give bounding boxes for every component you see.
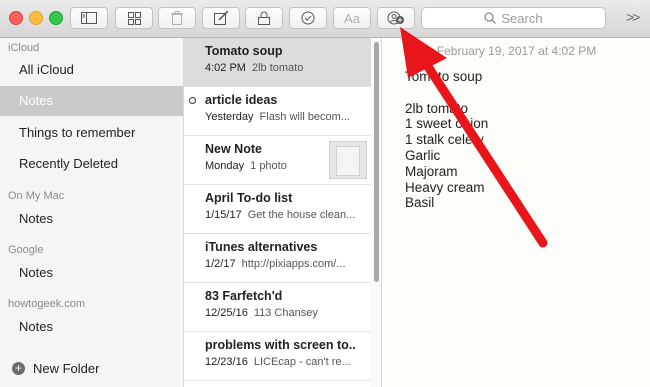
note-line: Garlic [405,147,441,163]
compose-icon [213,11,229,25]
note-date: 1/15/17 [205,209,242,221]
note-preview: Flash will becom... [259,111,351,123]
notes-list-scrollbar[interactable] [371,38,381,387]
section-heading-icloud: iCloud [8,42,40,54]
note-title: April To-do list [205,191,293,205]
note-date: 4:02 PM [205,62,246,74]
note-date: Monday [205,160,245,172]
new-folder-label: New Folder [33,361,100,376]
sidebar-toggle-button[interactable] [70,7,108,29]
checkmark-circle-icon [301,11,315,25]
delete-button[interactable] [158,7,196,29]
locked-note-icon [189,97,196,104]
grid-icon [127,11,141,25]
note-line: Basil [405,195,435,211]
note-date: 1/2/17 [205,258,236,270]
scrollbar-thumb[interactable] [374,42,379,282]
note-meta: 1/15/17 Get the house clean... [205,209,355,221]
note-thumbnail [329,141,367,179]
note-date: Yesterday [205,111,254,123]
new-folder-button[interactable]: + New Folder [12,361,99,376]
note-body[interactable]: Tomato soup 2lb tomato 1 sweet onion 1 s… [405,69,488,211]
list-item[interactable]: article ideas Yesterday Flash will becom.… [184,87,371,136]
list-item[interactable]: 83 Farfetch'd 12/25/16 113 Chansey [184,283,371,332]
list-item[interactable]: problems with screen to... 12/23/16 LICEc… [184,332,371,381]
list-item[interactable]: iTunes alternatives 1/2/17 http://pixiapp… [184,234,371,283]
notes-list: Tomato soup 4:02 PM 2lb tomato article id… [184,38,382,387]
note-date: 12/23/16 [205,356,248,368]
list-item[interactable]: April To-do list 1/15/17 Get the house cl… [184,185,371,234]
note-line: 1 sweet onion [405,116,489,132]
sidebar-item-notes-howtogeek[interactable]: Notes [0,312,183,342]
note-title: problems with screen to... [205,338,355,352]
list-item[interactable]: New Note Monday 1 photo [184,136,371,185]
notes-window: Aa Search >> iCloud All iCloud Notes Thi… [0,0,650,387]
note-meta: 12/25/16 113 Chansey [205,307,355,319]
note-meta: 12/23/16 LICEcap - can't re... [205,356,355,368]
note-title: article ideas [205,93,278,107]
search-icon [484,12,497,24]
note-preview: Get the house clean... [247,209,355,221]
new-note-button[interactable] [202,7,240,29]
toolbar: Aa Search >> [0,0,650,38]
sidebar-item-things-to-remember[interactable]: Things to remember [0,118,183,148]
note-line: 2lb tomato [405,100,469,116]
note-preview: LICEcap - can't re... [253,356,351,368]
sidebar-icon [81,12,97,24]
lock-button[interactable] [245,7,283,29]
note-line: Majoram [405,163,458,179]
section-heading-on-my-mac: On My Mac [8,190,65,202]
note-line [405,85,488,101]
format-button[interactable]: Aa [333,7,371,29]
section-heading-howtogeek: howtogeek.com [8,298,86,310]
trash-icon [171,11,183,25]
list-item[interactable]: Tomato soup 4:02 PM 2lb tomato [184,38,371,87]
section-heading-google: Google [8,244,44,256]
note-date: 12/25/16 [205,307,248,319]
minimize-window-button[interactable] [29,11,43,25]
note-editor[interactable]: February 19, 2017 at 4:02 PM Tomato soup… [383,38,650,387]
add-people-button[interactable] [377,7,415,29]
lock-icon [258,11,270,25]
note-preview: 113 Chansey [253,307,318,319]
sidebar-item-notes-icloud[interactable]: Notes [0,86,183,116]
note-title: 83 Farfetch'd [205,289,283,303]
folders-sidebar: iCloud All iCloud Notes Things to rememb… [0,38,184,387]
note-meta: Yesterday Flash will becom... [205,111,355,123]
sidebar-item-notes-on-my-mac[interactable]: Notes [0,204,183,234]
note-preview: 2lb tomato [251,62,304,74]
checklist-button[interactable] [289,7,327,29]
note-preview: http://pixiapps.com/... [241,258,346,270]
note-title: iTunes alternatives [205,240,318,254]
search-placeholder: Search [501,10,543,26]
note-meta: 4:02 PM 2lb tomato [205,62,355,74]
note-line: 1 stalk celery [405,132,484,148]
note-preview: 1 photo [250,160,287,172]
attachments-browser-button[interactable] [115,7,153,29]
note-line: Heavy cream [405,179,485,195]
note-meta: 1/2/17 http://pixiapps.com/... [205,258,355,270]
note-line: Tomato soup [405,69,483,84]
add-people-icon [387,11,404,25]
toolbar-overflow-button[interactable]: >> [626,9,640,25]
sidebar-item-notes-google[interactable]: Notes [0,258,183,288]
note-date-line: February 19, 2017 at 4:02 PM [436,44,597,58]
note-title: Tomato soup [205,44,283,58]
sidebar-item-recently-deleted[interactable]: Recently Deleted [0,149,183,179]
plus-circle-icon: + [12,362,25,375]
search-input[interactable]: Search [421,7,606,29]
zoom-window-button[interactable] [49,11,63,25]
close-window-button[interactable] [9,11,23,25]
sidebar-item-all-icloud[interactable]: All iCloud [0,55,183,85]
